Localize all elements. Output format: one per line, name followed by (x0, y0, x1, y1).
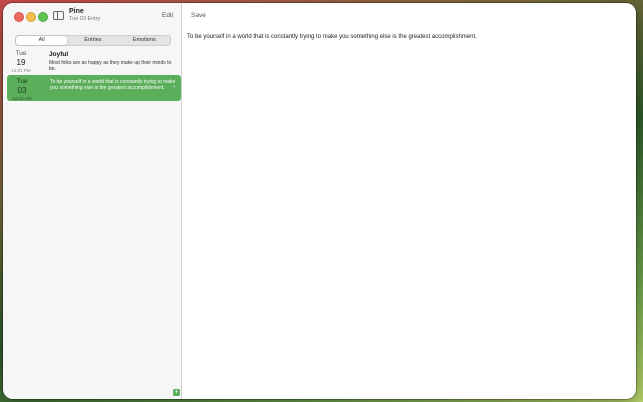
window-subtitle: Tue 03 Entry (69, 16, 101, 22)
minimize-window-button[interactable] (26, 12, 36, 22)
entry-list-item-selected[interactable]: Tue 03 12:12 AM To be yourself in a worl… (7, 75, 181, 101)
chevron-down-icon[interactable]: ▾ (173, 389, 180, 396)
entry-date: Tue 03 12:12 AM (9, 78, 35, 101)
segment-entries[interactable]: Entries (67, 36, 118, 45)
sidebar: All Entries Emotions Tue 19 12:01 PM Joy… (3, 3, 182, 399)
app-title: Pine (69, 8, 84, 15)
entry-preview: To be yourself in a world that is consta… (50, 79, 176, 91)
entry-time: 12:12 AM (12, 96, 32, 101)
entry-day: 03 (17, 86, 27, 95)
chevron-right-icon: › (173, 84, 175, 90)
entry-time: 12:01 PM (11, 68, 31, 73)
segment-emotions[interactable]: Emotions (119, 36, 170, 45)
close-window-button[interactable] (14, 12, 24, 22)
entry-weekday: Tue (16, 78, 28, 85)
entry-date: Tue 19 12:01 PM (8, 50, 34, 73)
save-button[interactable]: Save (191, 12, 206, 19)
entry-preview: Most folks are as happy as they make up … (49, 60, 172, 72)
title-bar: Pine Tue 03 Entry Edit Save (3, 3, 636, 31)
entry-list-item[interactable]: Tue 19 12:01 PM Joyful Most folks are as… (6, 47, 181, 76)
segment-all[interactable]: All (16, 36, 68, 45)
entry-editor-content[interactable]: To be yourself in a world that is consta… (187, 34, 477, 40)
entry-day: 19 (16, 58, 26, 67)
edit-button[interactable]: Edit (162, 12, 173, 19)
entry-weekday: Tue (15, 50, 27, 57)
entry-title: Joyful (49, 51, 69, 58)
sidebar-toggle-icon[interactable] (53, 11, 64, 20)
app-window: All Entries Emotions Tue 19 12:01 PM Joy… (3, 3, 636, 399)
maximize-window-button[interactable] (38, 12, 48, 22)
filter-segmented-control[interactable]: All Entries Emotions (15, 35, 171, 46)
